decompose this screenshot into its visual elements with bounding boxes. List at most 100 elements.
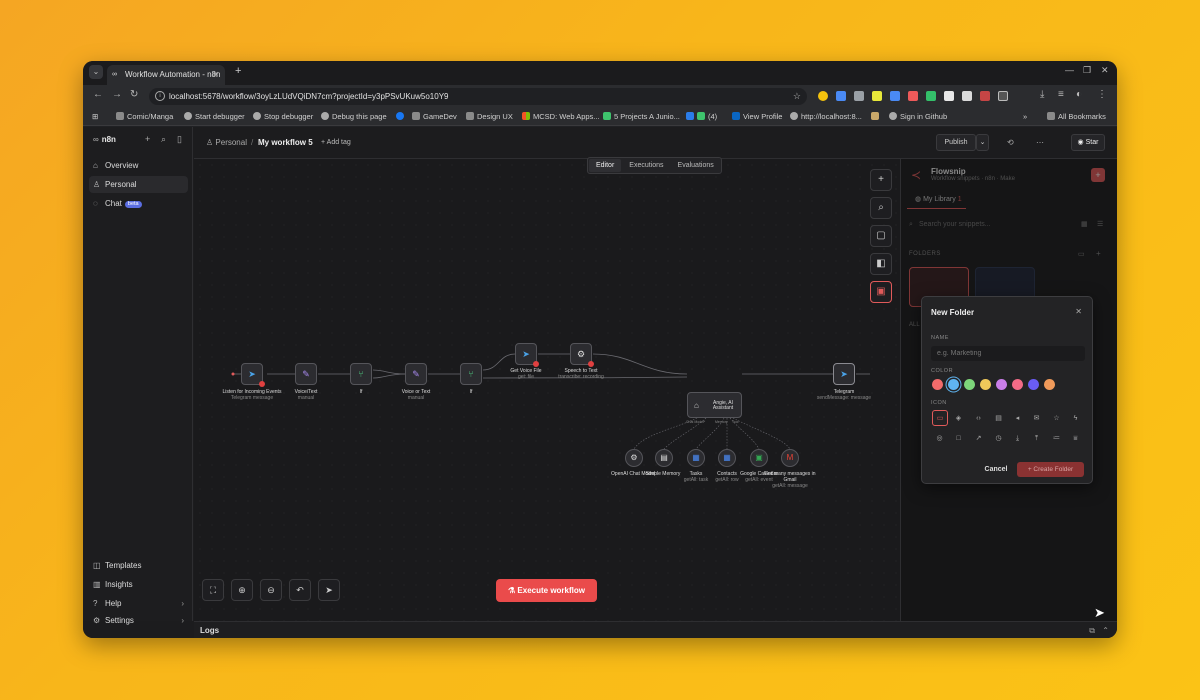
globe-icon-option[interactable]: ◎ bbox=[933, 432, 946, 445]
search-icon[interactable]: ⌕ bbox=[161, 134, 166, 145]
bookmark-item[interactable]: Start debugger bbox=[184, 112, 245, 121]
color-swatch[interactable] bbox=[932, 379, 943, 390]
if-node[interactable]: ⑂ bbox=[460, 363, 482, 385]
sidebar-item-overview[interactable]: ⌂ Overview bbox=[89, 157, 188, 174]
bookmark-item[interactable]: (4) bbox=[686, 112, 717, 121]
set-node[interactable]: ✎ bbox=[295, 363, 317, 385]
bolt-icon-option[interactable]: ϟ bbox=[1069, 412, 1082, 425]
collapse-sidebar-icon[interactable]: ▯ bbox=[177, 134, 182, 145]
extension-icon[interactable] bbox=[926, 91, 936, 101]
sidebar-item-insights[interactable]: ▥ Insights bbox=[89, 576, 188, 593]
bookmark-item[interactable] bbox=[871, 112, 882, 121]
tab-search-icon[interactable]: ⌄ bbox=[89, 65, 103, 79]
facebook-icon[interactable] bbox=[396, 112, 407, 121]
apps-grid-icon[interactable]: ⊞ bbox=[92, 112, 98, 121]
square-icon-option[interactable]: □ bbox=[952, 432, 965, 445]
telegram-node[interactable]: ➤ bbox=[515, 343, 539, 367]
bookmark-item[interactable]: Design UX bbox=[466, 112, 513, 121]
close-window-icon[interactable]: ✕ bbox=[1101, 65, 1109, 76]
add-node-icon[interactable]: + bbox=[870, 169, 892, 191]
sidebar-item-settings[interactable]: ⚙ Settings › bbox=[89, 614, 188, 628]
extension-icon[interactable] bbox=[854, 91, 864, 101]
brand-logo[interactable]: ∞ n8n bbox=[93, 135, 116, 144]
google-tasks-node[interactable]: ▦ bbox=[687, 449, 705, 467]
color-swatch[interactable] bbox=[948, 379, 959, 390]
forward-icon[interactable]: → bbox=[112, 89, 122, 100]
bookmark-item[interactable]: View Profile bbox=[732, 112, 782, 121]
bookmark-star-icon[interactable]: ☆ bbox=[793, 88, 801, 105]
all-bookmarks[interactable]: All Bookmarks bbox=[1047, 112, 1106, 121]
restore-icon[interactable]: ❐ bbox=[1083, 65, 1091, 76]
color-swatch[interactable] bbox=[1012, 379, 1023, 390]
color-swatch[interactable] bbox=[980, 379, 991, 390]
cube-icon-option[interactable]: ◈ bbox=[952, 412, 965, 425]
site-info-icon[interactable]: i bbox=[155, 91, 165, 101]
extension-icon[interactable] bbox=[818, 91, 828, 101]
zoom-in-icon[interactable]: ⊕ bbox=[231, 579, 253, 601]
add-tag-button[interactable]: + Add tag bbox=[321, 139, 351, 146]
filter-icon-option[interactable]: ⩸ bbox=[1069, 432, 1082, 445]
extension-icon[interactable] bbox=[836, 91, 846, 101]
chevron-up-icon[interactable]: ⌃ bbox=[1102, 622, 1109, 638]
clock-icon-option[interactable]: ◷ bbox=[992, 432, 1005, 445]
browser-menu-icon[interactable]: ⋮ bbox=[1097, 89, 1107, 100]
extension-icon[interactable] bbox=[872, 91, 882, 101]
if-node[interactable]: ⑂ bbox=[350, 363, 372, 385]
address-bar[interactable]: i localhost:5678/workflow/3oyLzLUdVQiDN7… bbox=[149, 88, 807, 105]
panel-toggle-icon[interactable]: ◧ bbox=[870, 253, 892, 275]
download-icon-option[interactable]: ⤓ bbox=[1011, 432, 1024, 445]
contacts-node[interactable]: ▦ bbox=[718, 449, 736, 467]
publish-dropdown-icon[interactable]: ⌄ bbox=[976, 134, 989, 151]
list-icon-option[interactable]: ≔ bbox=[1050, 432, 1063, 445]
search-nodes-icon[interactable]: ⌕ bbox=[870, 197, 892, 219]
bookmarks-overflow-icon[interactable]: » bbox=[1023, 112, 1027, 121]
telegram-trigger-node[interactable]: ➤ bbox=[241, 363, 265, 387]
openai-node[interactable]: ⚙ bbox=[570, 343, 594, 367]
media-icon[interactable]: ≡ bbox=[1058, 89, 1064, 100]
minimize-icon[interactable]: — bbox=[1065, 65, 1074, 75]
mail-icon-option[interactable]: ✉ bbox=[1030, 412, 1043, 425]
bookmark-item[interactable]: Sign in Github bbox=[889, 112, 947, 121]
github-star-button[interactable]: ◉ Star bbox=[1071, 134, 1105, 151]
add-icon[interactable]: + bbox=[145, 134, 150, 144]
create-folder-button[interactable]: + Create Folder bbox=[1017, 462, 1084, 477]
gmail-node[interactable]: M bbox=[781, 449, 799, 467]
execute-workflow-button[interactable]: ⚗ Execute workflow bbox=[496, 579, 597, 602]
extension-icon[interactable] bbox=[890, 91, 900, 101]
trend-icon-option[interactable]: ↗ bbox=[972, 432, 985, 445]
megaphone-icon-option[interactable]: ◂ bbox=[1011, 412, 1024, 425]
browser-tab[interactable]: ∞ Workflow Automation - n8n ✕ bbox=[107, 65, 225, 85]
extension-icon[interactable] bbox=[944, 91, 954, 101]
history-icon[interactable]: ⟲ bbox=[1007, 138, 1014, 147]
chart-icon-option[interactable]: ▤ bbox=[992, 412, 1005, 425]
telegram-send-node[interactable]: ➤ bbox=[833, 363, 855, 385]
workflow-canvas[interactable]: Editor Executions Evaluations ➤ Listen f… bbox=[194, 157, 900, 621]
undo-icon[interactable]: ↶ bbox=[289, 579, 311, 601]
bookmark-item[interactable]: GameDev bbox=[412, 112, 457, 121]
download-icon[interactable]: ⤓ bbox=[1040, 89, 1044, 100]
reload-icon[interactable]: ↻ bbox=[130, 89, 138, 100]
extensions-puzzle-icon[interactable] bbox=[998, 91, 1008, 101]
sidebar-item-chat[interactable]: ◌ Chat beta bbox=[89, 195, 188, 212]
folder-icon-option[interactable]: ▭ bbox=[932, 410, 948, 426]
bookmark-item[interactable]: http://localhost:8... bbox=[790, 112, 862, 121]
bookmark-item[interactable]: Comic/Manga bbox=[116, 112, 173, 121]
back-icon[interactable]: ← bbox=[93, 89, 103, 100]
more-options-icon[interactable]: ⋯ bbox=[1036, 138, 1044, 147]
upload-icon-option[interactable]: ⤒ bbox=[1030, 432, 1043, 445]
sidebar-item-templates[interactable]: ◫ Templates bbox=[89, 557, 188, 574]
bookmark-item[interactable]: Stop debugger bbox=[253, 112, 313, 121]
extension-icon[interactable] bbox=[980, 91, 990, 101]
breadcrumb-project[interactable]: ♙ Personal bbox=[206, 138, 247, 147]
openai-chat-model-node[interactable]: ⚙ bbox=[625, 449, 643, 467]
fit-view-icon[interactable]: ⛶ bbox=[202, 579, 224, 601]
folder-name-input[interactable] bbox=[931, 346, 1085, 361]
pointer-tool-icon[interactable]: ➤ bbox=[318, 579, 340, 601]
publish-button[interactable]: Publish bbox=[936, 134, 976, 151]
extension-icon[interactable] bbox=[908, 91, 918, 101]
bookmark-item[interactable]: Debug this page bbox=[321, 112, 387, 121]
bookmark-item[interactable]: 5 Projects A Junio... bbox=[603, 112, 680, 121]
color-swatch[interactable] bbox=[1028, 379, 1039, 390]
new-tab-icon[interactable]: + bbox=[235, 65, 241, 77]
logs-popout-icon[interactable]: ⧉ bbox=[1089, 622, 1095, 638]
